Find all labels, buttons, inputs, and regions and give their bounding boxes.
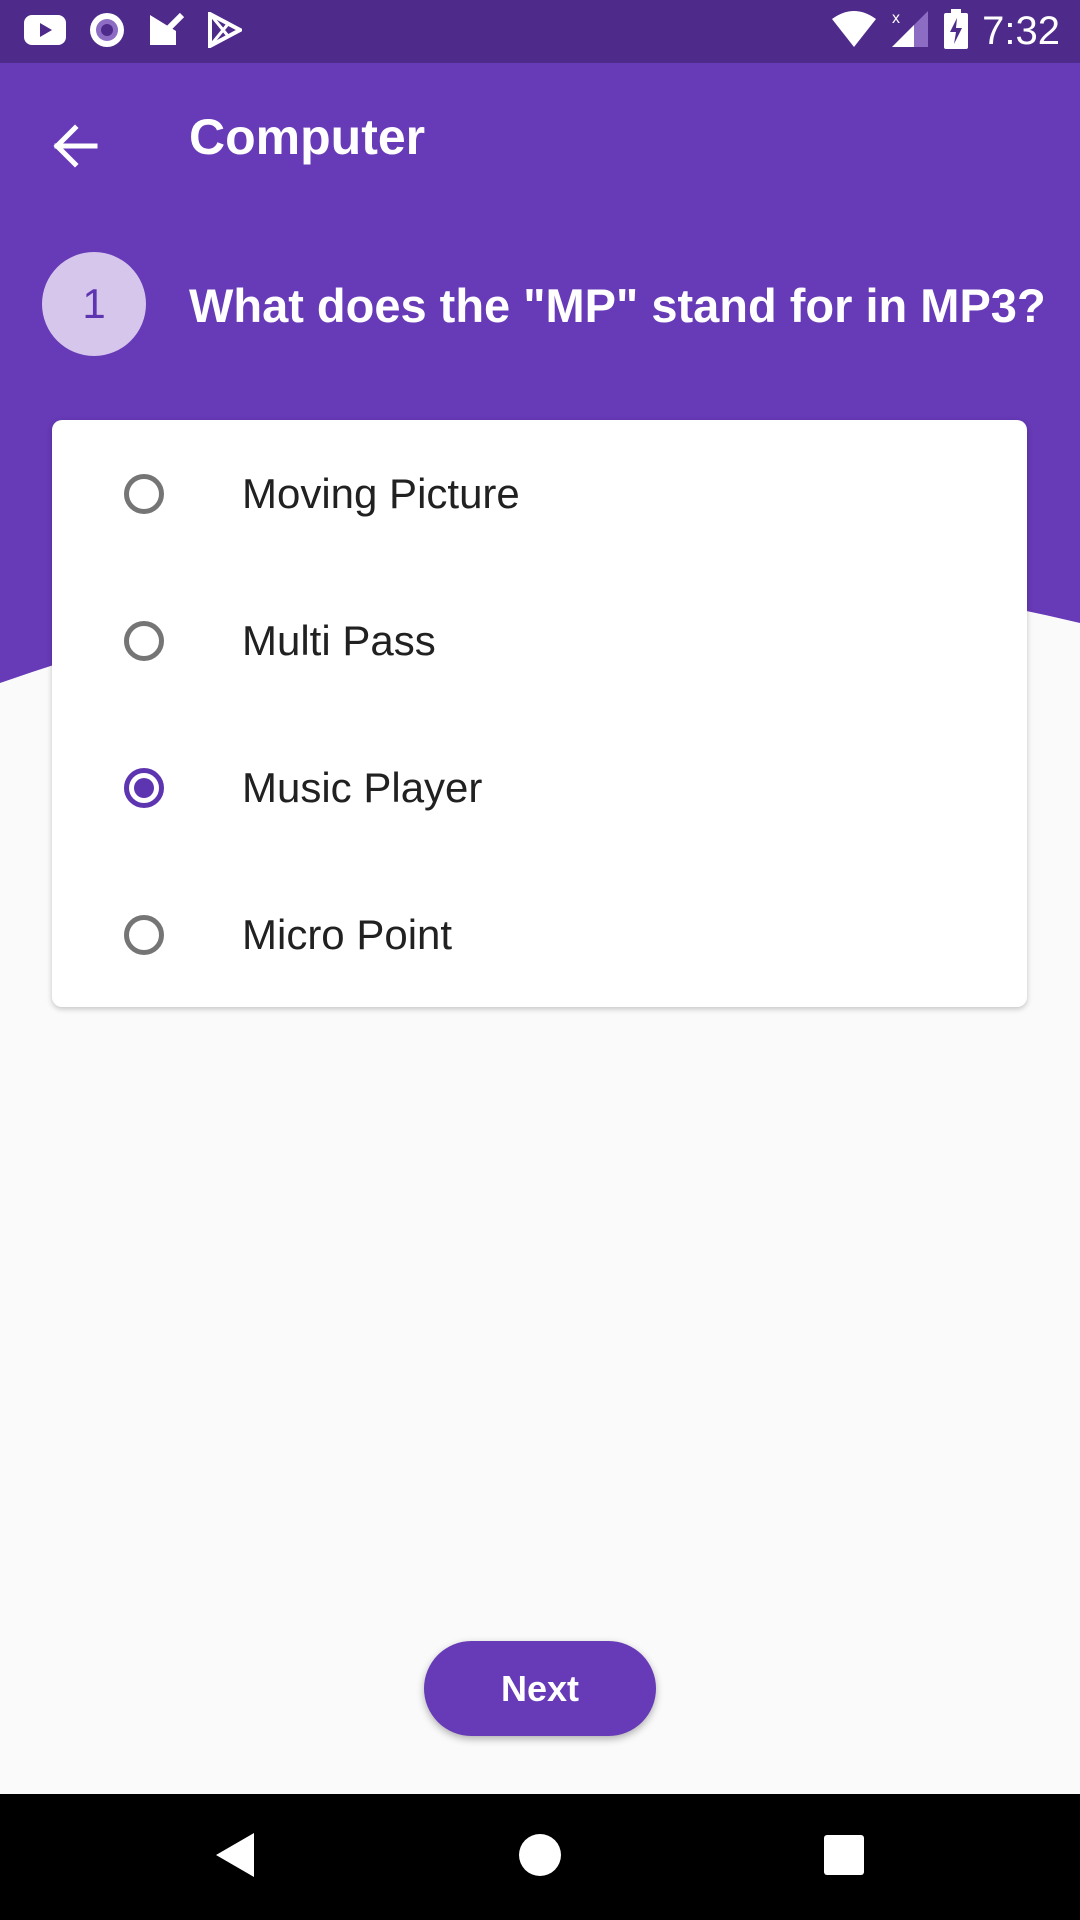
next-button[interactable]: Next <box>424 1641 656 1736</box>
status-bar: x 7:32 <box>0 0 1080 63</box>
play-store-icon <box>206 10 245 53</box>
nav-recents-button[interactable] <box>809 1822 879 1892</box>
back-triangle-icon <box>214 1831 258 1884</box>
options-card: Moving Picture Multi Pass Music Player M… <box>52 420 1027 1007</box>
option-label: Music Player <box>242 763 483 811</box>
nav-back-button[interactable] <box>201 1822 271 1892</box>
nav-home-button[interactable] <box>505 1822 575 1892</box>
battery-charging-icon <box>944 8 969 54</box>
svg-text:x: x <box>892 10 900 27</box>
option-label: Micro Point <box>242 910 453 958</box>
podcast-icon <box>88 11 126 54</box>
toolbar <box>0 63 1080 211</box>
arrow-back-icon <box>51 123 99 173</box>
option-micro-point[interactable]: Micro Point <box>52 861 1027 1008</box>
radio-button-selected[interactable] <box>124 767 164 808</box>
system-icons: x 7:32 <box>832 8 1060 54</box>
option-music-player[interactable]: Music Player <box>52 714 1027 861</box>
notification-icons <box>24 10 245 54</box>
signal-icon: x <box>890 9 930 54</box>
radio-button[interactable] <box>124 620 164 661</box>
youtube-icon <box>24 14 66 50</box>
navigation-bar <box>0 1794 1080 1920</box>
back-button[interactable] <box>30 103 120 193</box>
question-number-badge: 1 <box>42 252 146 356</box>
recents-square-icon <box>824 1834 864 1880</box>
option-label: Multi Pass <box>242 616 436 664</box>
question-text: What does the "MP" stand for in MP3? <box>189 279 1046 332</box>
home-circle-icon <box>518 1833 562 1882</box>
radio-button[interactable] <box>124 914 164 955</box>
wifi-icon <box>832 10 877 52</box>
option-multi-pass[interactable]: Multi Pass <box>52 567 1027 714</box>
option-label: Moving Picture <box>242 469 520 517</box>
option-moving-picture[interactable]: Moving Picture <box>52 420 1027 567</box>
page-title: Computer <box>189 109 426 165</box>
radio-button[interactable] <box>124 473 164 514</box>
tasks-icon <box>148 12 185 52</box>
status-time: 7:32 <box>982 8 1060 53</box>
